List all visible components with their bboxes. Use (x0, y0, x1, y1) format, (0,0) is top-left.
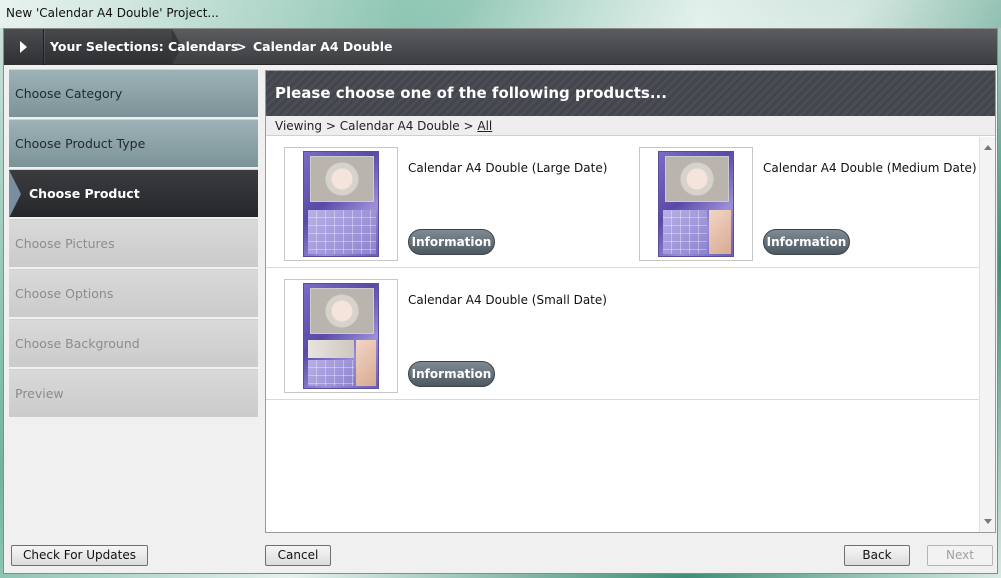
crumb-calendars: Calendars (168, 39, 239, 54)
step-label: Choose Product Type (15, 136, 146, 151)
viewing-all-link[interactable]: All (477, 119, 492, 133)
step-choose-product-type[interactable]: Choose Product Type (9, 119, 258, 167)
product-list: Calendar A4 Double (Large Date) Informat… (266, 137, 979, 532)
panel-heading: Please choose one of the following produ… (266, 71, 995, 116)
expand-selections-button[interactable] (4, 29, 44, 65)
step-choose-pictures: Choose Pictures (9, 219, 258, 267)
product-name: Calendar A4 Double (Medium Date) (763, 161, 977, 175)
step-choose-background: Choose Background (9, 319, 258, 367)
back-button[interactable]: Back (844, 545, 910, 566)
scroll-down-arrow-icon[interactable] (984, 519, 992, 524)
step-label: Choose Category (15, 86, 123, 101)
calendar-preview-image (303, 151, 379, 257)
scroll-up-arrow-icon[interactable] (984, 145, 992, 150)
step-label: Choose Pictures (15, 236, 115, 251)
title-bar: New 'Calendar A4 Double' Project... (0, 0, 1001, 28)
product-name: Calendar A4 Double (Small Date) (408, 293, 607, 307)
play-arrow-icon (20, 41, 27, 53)
step-choose-product[interactable]: Choose Product (9, 169, 258, 218)
viewing-path: Viewing > Calendar A4 Double > (275, 119, 478, 133)
wizard-client: Your Selections: Calendars > Calendar A4… (3, 28, 998, 574)
product-thumbnail[interactable] (284, 279, 398, 393)
product-thumbnail[interactable] (639, 147, 753, 261)
active-step-chevron-icon (9, 170, 21, 218)
product-row: Calendar A4 Double (Small Date) Informat… (266, 269, 979, 400)
calendar-preview-image (658, 151, 734, 257)
wizard-steps: Choose Category Choose Product Type Choo… (9, 69, 258, 419)
step-label: Choose Options (15, 286, 114, 301)
step-label: Preview (15, 386, 64, 401)
step-choose-category[interactable]: Choose Category (9, 69, 258, 117)
information-button[interactable]: Information (763, 229, 850, 255)
selections-label: Your Selections: (45, 29, 182, 65)
product-row: Calendar A4 Double (Large Date) Informat… (266, 137, 979, 268)
step-choose-options: Choose Options (9, 269, 258, 317)
product-card-small[interactable]: Calendar A4 Double (Small Date) Informat… (275, 279, 625, 393)
step-label: Choose Background (15, 336, 140, 351)
product-thumbnail[interactable] (284, 147, 398, 261)
step-label: Choose Product (29, 186, 140, 201)
crumb-separator: > (236, 39, 247, 54)
product-card-large[interactable]: Calendar A4 Double (Large Date) Informat… (275, 147, 625, 261)
information-button[interactable]: Information (408, 361, 495, 387)
calendar-preview-image (303, 283, 379, 389)
app-window: New 'Calendar A4 Double' Project... Your… (0, 0, 1001, 578)
vertical-scrollbar[interactable] (979, 137, 995, 532)
product-card-medium[interactable]: Calendar A4 Double (Medium Date) Informa… (630, 147, 979, 261)
crumb-product: Calendar A4 Double (253, 39, 393, 54)
information-button[interactable]: Information (408, 229, 495, 255)
viewing-breadcrumb: Viewing > Calendar A4 Double > All (266, 116, 995, 136)
product-panel: Please choose one of the following produ… (265, 70, 996, 533)
window-title: New 'Calendar A4 Double' Project... (6, 6, 219, 20)
step-preview: Preview (9, 369, 258, 417)
selections-bar: Your Selections: Calendars > Calendar A4… (4, 29, 997, 65)
product-name: Calendar A4 Double (Large Date) (408, 161, 608, 175)
next-button: Next (927, 545, 993, 566)
check-for-updates-button[interactable]: Check For Updates (11, 545, 148, 566)
cancel-button[interactable]: Cancel (265, 545, 331, 566)
